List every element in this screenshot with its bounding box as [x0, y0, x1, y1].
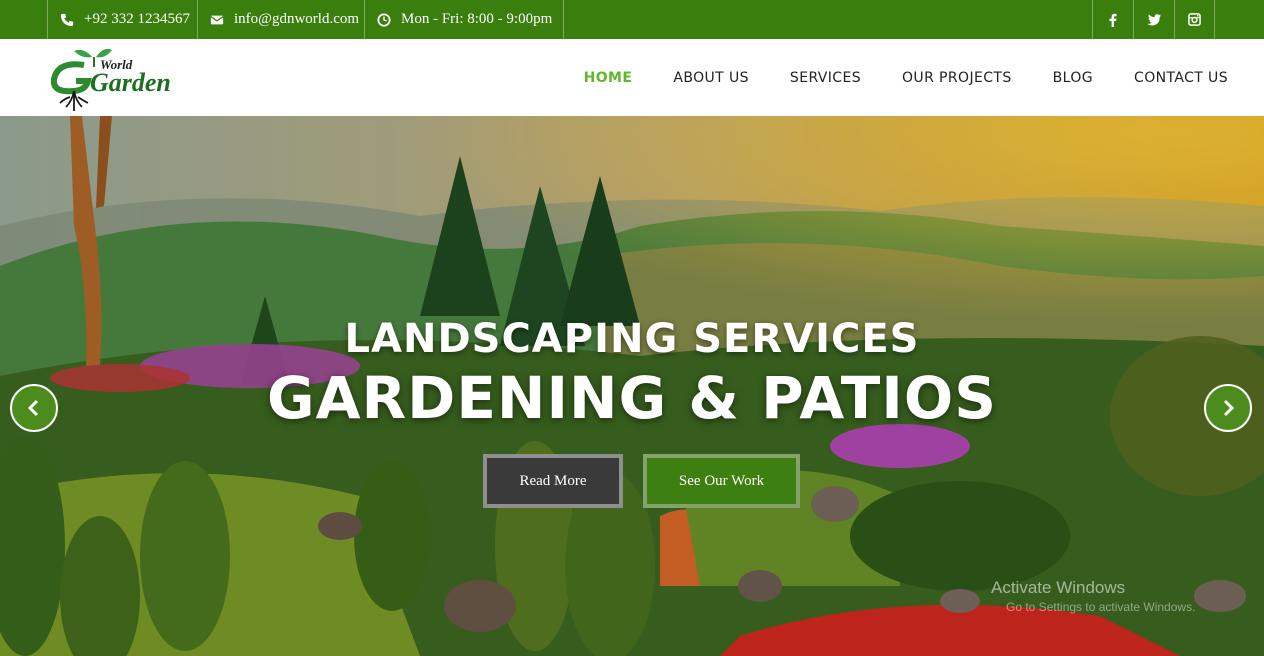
facebook-link[interactable] — [1092, 0, 1133, 39]
top-bar: +92 332 1234567 info@gdnworld.com Mon - … — [0, 0, 1264, 39]
hero-slider: LANDSCAPING SERVICES GARDENING & PATIOS … — [0, 116, 1264, 656]
hero-title: GARDENING & PATIOS — [267, 364, 997, 432]
logo-graphic: World Garden — [50, 48, 171, 111]
facebook-icon — [1109, 13, 1117, 27]
hours-text: Mon - Fri: 8:00 - 9:00pm — [401, 11, 553, 27]
see-our-work-button[interactable]: See Our Work — [643, 454, 800, 508]
contact-email[interactable]: info@gdnworld.com — [197, 0, 364, 39]
nav-item-services[interactable]: SERVICES — [790, 70, 861, 86]
activate-windows-watermark: Activate Windows — [991, 578, 1126, 597]
slider-prev-button[interactable] — [10, 384, 58, 432]
site-logo[interactable]: World Garden — [48, 45, 198, 113]
nav-item-blog[interactable]: BLOG — [1053, 70, 1093, 86]
chevron-left-icon — [27, 399, 39, 417]
phone-icon — [60, 13, 74, 26]
logo-word2: Garden — [90, 68, 171, 97]
clock-icon — [377, 12, 391, 27]
main-nav: HOME ABOUT US SERVICES OUR PROJECTS BLOG… — [584, 39, 1228, 116]
phone-text: +92 332 1234567 — [84, 11, 190, 27]
contact-phone[interactable]: +92 332 1234567 — [47, 0, 197, 39]
chevron-right-icon — [1223, 399, 1235, 417]
activate-windows-subtext: Go to Settings to activate Windows. — [1006, 600, 1196, 614]
slider-next-button[interactable] — [1204, 384, 1252, 432]
twitter-icon — [1147, 13, 1161, 25]
nav-item-about-us[interactable]: ABOUT US — [673, 70, 749, 86]
read-more-button[interactable]: Read More — [483, 454, 623, 508]
email-text: info@gdnworld.com — [234, 11, 360, 27]
envelope-icon — [210, 15, 224, 24]
hero-subtitle: LANDSCAPING SERVICES — [344, 316, 920, 362]
nav-item-home[interactable]: HOME — [584, 70, 633, 86]
instagram-icon — [1188, 13, 1201, 26]
instagram-link[interactable] — [1174, 0, 1215, 39]
twitter-link[interactable] — [1133, 0, 1174, 39]
nav-item-contact-us[interactable]: CONTACT US — [1134, 70, 1228, 86]
nav-item-our-projects[interactable]: OUR PROJECTS — [902, 70, 1012, 86]
site-header: World Garden HOME ABOUT US SERVICES OUR … — [0, 39, 1264, 116]
business-hours: Mon - Fri: 8:00 - 9:00pm — [364, 0, 564, 39]
